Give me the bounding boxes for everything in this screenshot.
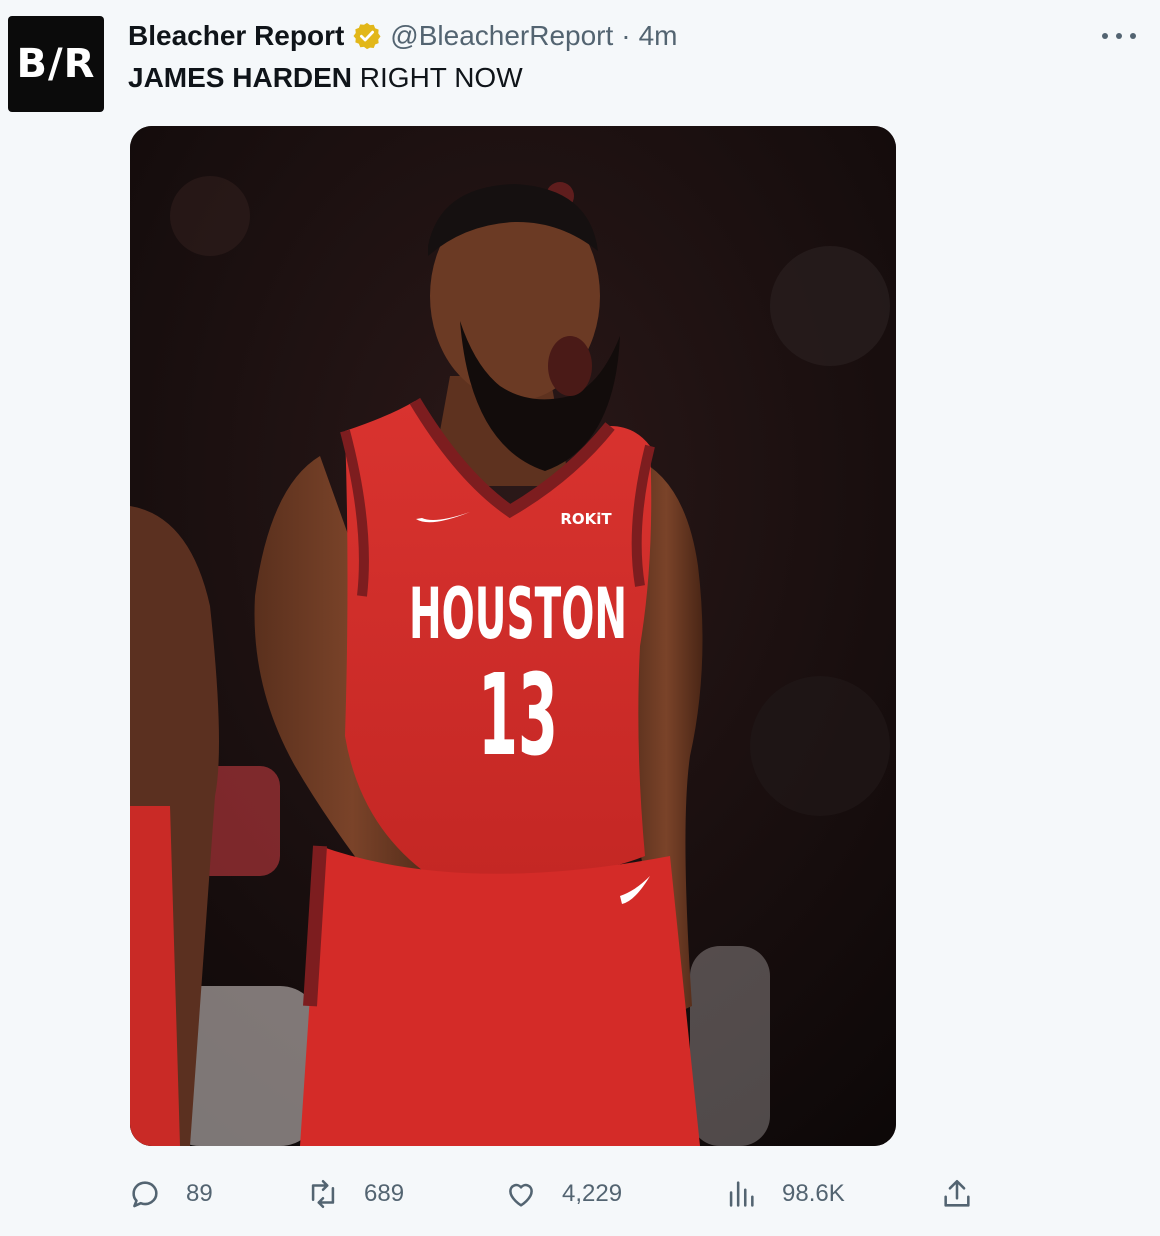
jersey-city-text: HOUSTON <box>409 573 627 655</box>
jersey-number-text: 13 <box>478 651 558 781</box>
more-icon[interactable] <box>1102 22 1136 50</box>
avatar[interactable]: B/R <box>8 16 104 112</box>
tweet-text-bold: JAMES HARDEN <box>128 62 353 93</box>
share-icon <box>944 1179 970 1207</box>
verified-badge-icon <box>353 22 381 50</box>
views-button[interactable]: 98.6K <box>724 1172 845 1216</box>
avatar-logo-text: B/R <box>16 41 96 87</box>
reply-count: 89 <box>186 1180 213 1207</box>
tweet-text: JAMES HARDEN RIGHT NOW <box>128 62 523 94</box>
views-count: 98.6K <box>782 1180 845 1207</box>
retweet-button[interactable]: 689 <box>306 1172 404 1216</box>
like-icon <box>509 1183 533 1207</box>
tweet-timestamp[interactable]: 4m <box>639 20 678 52</box>
tweet-header: Bleacher Report @BleacherReport · 4m <box>128 18 678 54</box>
reply-icon <box>132 1181 158 1208</box>
action-bar: 89 689 4,229 98.6K <box>128 1172 988 1216</box>
tweet-photo[interactable]: HOUSTON 13 ROKiT <box>130 126 896 1146</box>
views-icon <box>729 1181 754 1207</box>
like-count: 4,229 <box>562 1180 623 1207</box>
tweet[interactable]: B/R Bleacher Report @BleacherReport · 4m… <box>0 0 1160 1236</box>
share-button[interactable] <box>940 1172 974 1216</box>
account-handle[interactable]: @BleacherReport <box>390 20 613 52</box>
account-name[interactable]: Bleacher Report <box>128 20 344 52</box>
tweet-text-rest: RIGHT NOW <box>352 62 523 93</box>
player-photo: HOUSTON 13 ROKiT <box>130 126 896 1146</box>
reply-button[interactable]: 89 <box>128 1172 213 1216</box>
like-button[interactable]: 4,229 <box>504 1172 622 1216</box>
retweet-count: 689 <box>364 1180 405 1207</box>
jersey-sponsor-text: ROKiT <box>560 510 612 528</box>
retweet-icon <box>311 1179 335 1209</box>
header-separator: · <box>621 20 631 51</box>
